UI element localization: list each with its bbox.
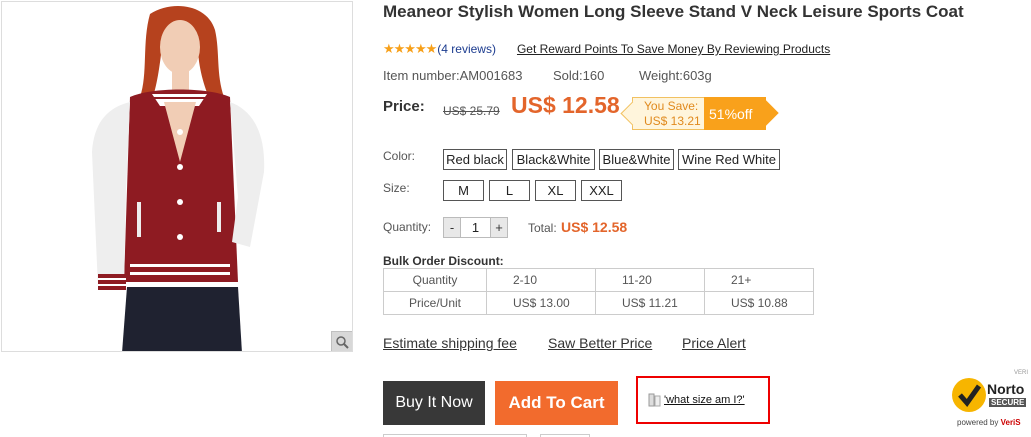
sold-count: Sold:160 bbox=[553, 68, 605, 83]
norton-sub: SECURE bbox=[989, 398, 1027, 407]
quantity-stepper: - 1 + bbox=[443, 217, 508, 238]
savings-badge: You Save: US$ 13.21 51%off bbox=[632, 97, 766, 130]
color-option[interactable]: Blue&White bbox=[599, 149, 674, 170]
table-cell: 21+ bbox=[704, 268, 814, 292]
savings-amount-box: You Save: US$ 13.21 bbox=[632, 97, 704, 130]
size-option[interactable]: XXL bbox=[581, 180, 622, 201]
quantity-label: Quantity: bbox=[383, 220, 432, 234]
table-cell: Price/Unit bbox=[383, 291, 487, 315]
size-label: Size: bbox=[383, 181, 410, 195]
size-option[interactable]: XL bbox=[535, 180, 576, 201]
star-rating-icon: ★★★★★ bbox=[383, 41, 437, 56]
color-option[interactable]: Red black bbox=[443, 149, 507, 170]
color-option[interactable]: Black&White bbox=[512, 149, 595, 170]
color-option[interactable]: Wine Red White bbox=[678, 149, 780, 170]
quantity-input[interactable]: 1 bbox=[460, 218, 491, 237]
checkmark-icon bbox=[952, 378, 986, 412]
reward-points-link[interactable]: Get Reward Points To Save Money By Revie… bbox=[517, 42, 830, 56]
decrement-button[interactable]: - bbox=[444, 218, 460, 237]
add-to-cart-button[interactable]: Add To Cart bbox=[495, 381, 618, 425]
table-cell: Quantity bbox=[383, 268, 487, 292]
product-image[interactable] bbox=[1, 1, 353, 352]
norton-name: Norto bbox=[987, 381, 1025, 397]
discount-tag: 51%off bbox=[704, 97, 766, 130]
bulk-discount-title: Bulk Order Discount: bbox=[383, 254, 504, 268]
table-cell: 11-20 bbox=[595, 268, 705, 292]
table-cell: US$ 13.00 bbox=[486, 291, 596, 315]
buy-now-button[interactable]: Buy It Now bbox=[383, 381, 485, 425]
size-option[interactable]: M bbox=[443, 180, 484, 201]
jacket-photo bbox=[92, 6, 265, 351]
norton-secured-badge: VERI Norto SECURE powered by VeriS bbox=[948, 368, 1031, 437]
size-chart-icon bbox=[648, 393, 661, 407]
bulk-discount-table: Quantity 2-10 11-20 21+ Price/Unit US$ 1… bbox=[383, 268, 814, 315]
item-number: Item number:AM001683 bbox=[383, 68, 523, 83]
sale-price: US$ 12.58 bbox=[511, 92, 620, 118]
total-value: US$ 12.58 bbox=[561, 219, 628, 235]
table-row: Price/Unit US$ 13.00 US$ 11.21 US$ 10.88 bbox=[383, 291, 814, 315]
size-guide-link[interactable]: 'what size am I?' bbox=[664, 394, 745, 406]
savings-amount: US$ 13.21 bbox=[644, 114, 701, 128]
estimate-shipping-link[interactable]: Estimate shipping fee bbox=[383, 335, 517, 351]
size-guide-box: 'what size am I?' bbox=[636, 376, 770, 424]
original-price: US$ 25.79 bbox=[443, 104, 500, 118]
weight: Weight:603g bbox=[639, 68, 712, 83]
norton-small-text: VERI bbox=[1014, 370, 1029, 376]
discount-percent: 51%off bbox=[709, 105, 753, 122]
price-alert-link[interactable]: Price Alert bbox=[682, 335, 746, 351]
total-label: Total: bbox=[528, 221, 557, 235]
better-price-link[interactable]: Saw Better Price bbox=[548, 335, 652, 351]
size-option[interactable]: L bbox=[489, 180, 530, 201]
increment-button[interactable]: + bbox=[491, 218, 507, 237]
table-cell: US$ 11.21 bbox=[595, 291, 705, 315]
table-cell: US$ 10.88 bbox=[704, 291, 814, 315]
rating-row: ★★★★★ (4 reviews) Get Reward Points To S… bbox=[383, 41, 830, 57]
reviews-link[interactable]: (4 reviews) bbox=[437, 42, 496, 56]
zoom-icon[interactable] bbox=[331, 331, 352, 351]
color-label: Color: bbox=[383, 149, 416, 163]
product-title: Meaneor Stylish Women Long Sleeve Stand … bbox=[383, 2, 964, 21]
price-label: Price: bbox=[383, 98, 425, 115]
norton-footer: powered by VeriS bbox=[957, 418, 1021, 427]
table-row: Quantity 2-10 11-20 21+ bbox=[383, 268, 814, 292]
savings-label: You Save: bbox=[644, 99, 699, 113]
table-cell: 2-10 bbox=[486, 268, 596, 292]
